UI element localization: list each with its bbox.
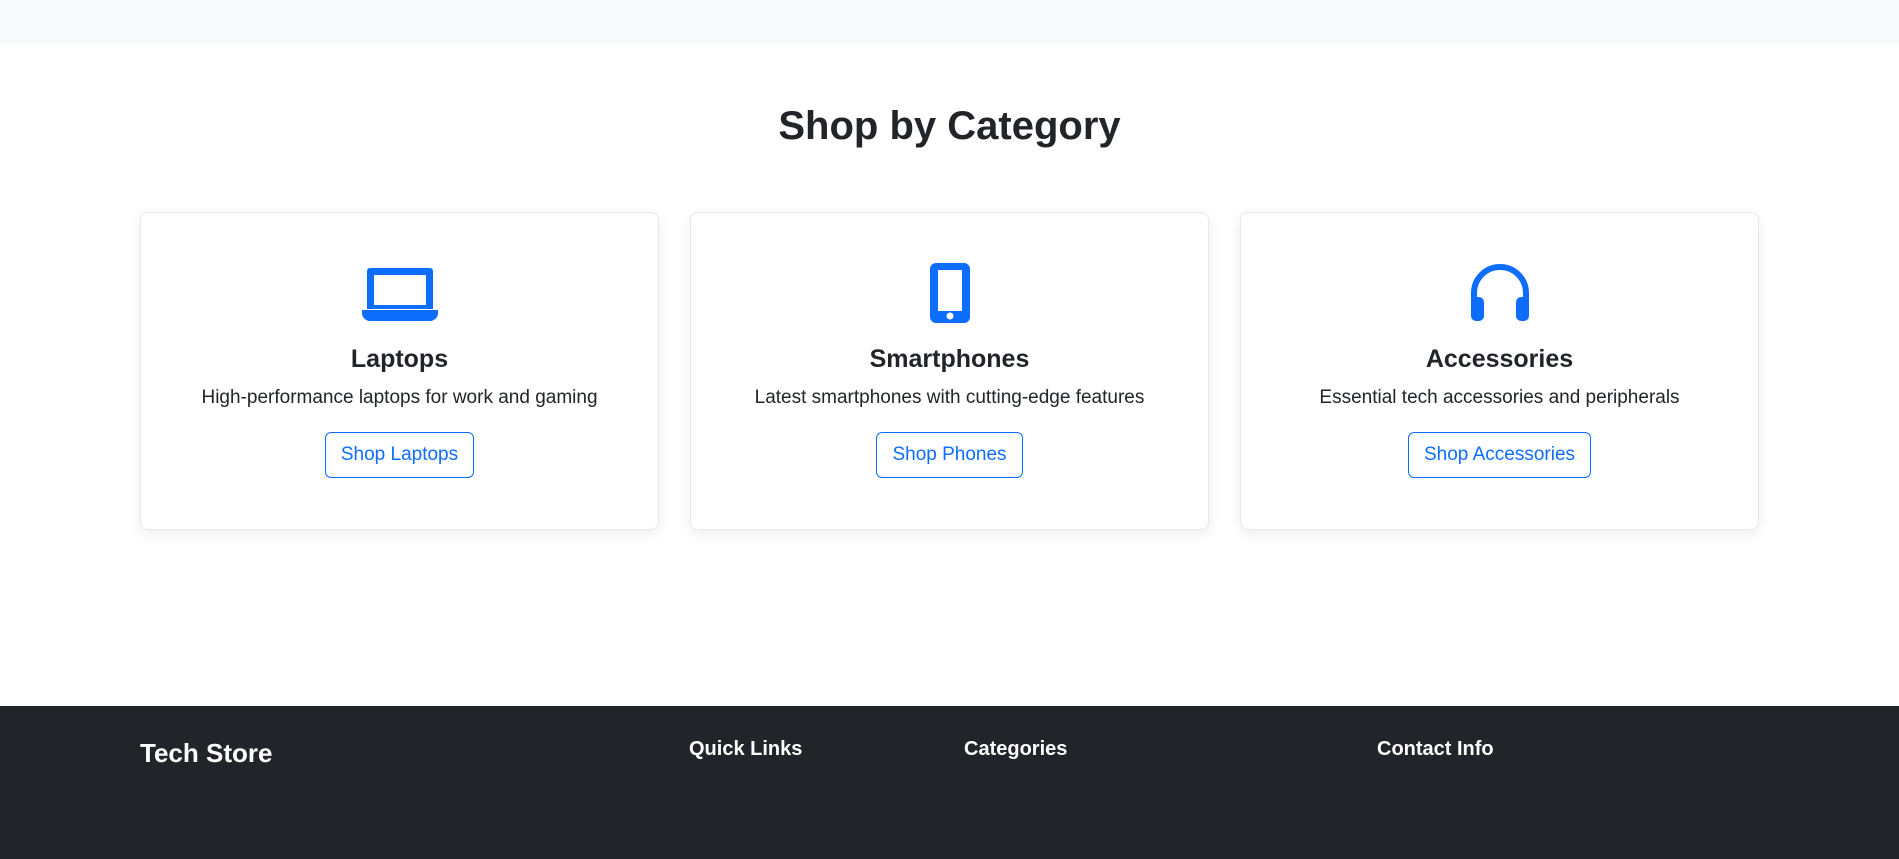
shop-accessories-button[interactable]: Shop Accessories: [1407, 432, 1592, 478]
footer-quick-links-heading: Quick Links: [689, 738, 803, 760]
top-navbar-band: [0, 0, 1899, 44]
category-cards: Laptops High-performance laptops for wor…: [140, 212, 1759, 530]
category-name: Accessories: [1425, 345, 1574, 373]
section-title: Shop by Category: [778, 104, 1121, 148]
category-description: Essential tech accessories and periphera…: [1319, 387, 1680, 408]
headphones-icon: [1460, 263, 1540, 323]
category-description: High-performance laptops for work and ga…: [201, 387, 598, 408]
shop-phones-button[interactable]: Shop Phones: [876, 432, 1023, 478]
footer-brand: Tech Store: [140, 738, 273, 768]
category-card-laptops: Laptops High-performance laptops for wor…: [140, 212, 659, 530]
laptop-icon: [360, 263, 440, 323]
category-description: Latest smartphones with cutting-edge fea…: [754, 387, 1145, 408]
footer: Tech Store Quick Links Categories Contac…: [0, 706, 1899, 859]
shop-laptops-button[interactable]: Shop Laptops: [324, 432, 475, 478]
category-name: Smartphones: [869, 345, 1030, 373]
category-card-smartphones: Smartphones Latest smartphones with cutt…: [690, 212, 1209, 530]
footer-categories-heading: Categories: [964, 738, 1068, 760]
category-card-accessories: Accessories Essential tech accessories a…: [1240, 212, 1759, 530]
phone-icon: [910, 263, 990, 323]
footer-contact-heading: Contact Info: [1377, 738, 1494, 760]
category-name: Laptops: [350, 345, 449, 373]
